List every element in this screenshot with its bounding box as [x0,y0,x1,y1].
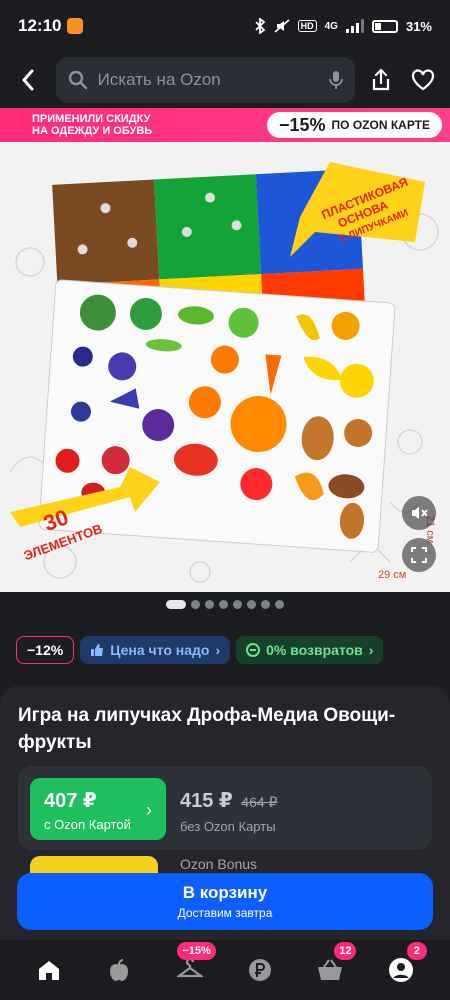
hanger-icon [176,959,203,978]
profile-badge: 2 [406,942,427,960]
delivery-label: Доставим завтра [177,906,273,920]
cart-count-badge: 12 [334,942,357,960]
chevron-right-icon: › [146,800,152,820]
returns-label: 0% возвратов [266,642,363,658]
basket-icon [318,959,343,980]
returns-chip[interactable]: 0% возвратов › [236,636,384,664]
add-to-cart-label: В корзину [182,883,268,902]
standard-price: 415 ₽ 464 ₽ без Ozon Карты [180,788,277,834]
promo-line-2: НА ОДЕЖДУ И ОБУВЬ [32,125,153,137]
notification-icon [67,18,84,34]
back-arrow-icon [22,69,34,91]
bonus-text: Ozon Bonus [180,856,258,872]
microphone-icon[interactable] [328,70,343,90]
chevron-right-icon: › [215,642,221,658]
promo-badge: −15% [177,942,216,960]
battery-level: 31% [405,18,432,34]
carousel-dot[interactable] [219,600,228,609]
status-bar: 12:10 HD 4G 31% [0,0,450,52]
product-title: Игра на липучках Дрофа-Медиа Овощи-фрукт… [18,705,396,753]
top-bar [0,52,450,108]
mute-video-button[interactable] [402,496,436,530]
discount-badge-text: −12% [27,642,64,658]
nav-fashion[interactable]: −15% [168,942,216,992]
sound-off-icon [412,507,428,519]
nav-home[interactable] [27,948,71,992]
product-image[interactable]: ПЛАСТИКОВАЯ ОСНОВА С ЛИПУЧКАМИ 30 ЭЛЕМЕН… [0,142,450,592]
old-price: 464 ₽ [241,794,278,810]
chevron-right-icon: › [368,642,374,658]
add-to-cart-button[interactable]: В корзину Доставим завтра [17,873,433,930]
promo-line-1: ПРИМЕНИЛИ СКИДКУ [32,113,151,125]
fullscreen-button[interactable] [402,538,436,572]
ruble-icon [249,959,272,981]
carousel-dot[interactable] [275,600,284,609]
image-carousel-dots [0,600,450,609]
search-input[interactable] [97,70,319,90]
thumbs-up-icon [91,644,104,656]
share-button[interactable] [367,64,397,96]
promo-discount: −15% [278,114,326,135]
search-bar[interactable] [55,57,355,103]
signal-icon [345,19,364,33]
back-button[interactable] [12,63,44,97]
search-icon [68,70,87,90]
promo-text: ПРИМЕНИЛИ СКИДКУ НА ОДЕЖДУ И ОБУВЬ [32,113,152,137]
bluetooth-icon [254,18,265,34]
price-block: 407 ₽ с Ozon Картой › 415 ₽ 464 ₽ без Oz… [18,766,432,850]
promo-banner[interactable]: ПРИМЕНИЛИ СКИДКУ НА ОДЕЖДУ И ОБУВЬ −15% … [0,108,450,142]
share-icon [373,68,390,91]
battery-icon [371,19,398,33]
promo-discount-pill: −15% ПО OZON КАРТЕ [266,112,442,138]
nav-fresh[interactable] [97,948,141,992]
favorite-button[interactable] [408,64,438,96]
no-card-label: без Ozon Карты [180,819,276,834]
returns-icon [246,643,261,657]
price-value: 415 ₽ [180,790,233,812]
home-icon [39,961,60,980]
product-photo: ПЛАСТИКОВАЯ ОСНОВА С ЛИПУЧКАМИ 30 ЭЛЕМЕН… [9,162,439,583]
profile-icon [388,958,413,982]
bonus-row-peek: Ozon Bonus [18,854,432,874]
carousel-dot[interactable] [261,600,270,609]
carousel-dot[interactable] [233,600,242,609]
mute-icon [274,19,290,33]
bonus-badge [30,856,158,874]
discount-badge: −12% [16,636,75,664]
nav-profile[interactable]: 2 [379,942,427,992]
heart-icon [412,69,435,91]
nav-cart[interactable]: 12 [308,942,357,992]
bottom-navigation: −15% 12 2 [0,940,450,1000]
dimension-width: 29 см [378,569,406,581]
value-price-chip[interactable]: Цена что надо › [80,636,231,664]
status-time: 12:10 [18,16,62,35]
carousel-dot[interactable] [191,600,200,609]
value-price-label: Цена что надо [110,642,210,658]
hd-icon: HD [297,20,317,32]
status-right: HD 4G 31% [254,18,432,34]
product-badges: −12% Цена что надо › 0% возвратов › [16,636,384,664]
carousel-dot[interactable] [166,600,186,609]
network-type: 4G [324,20,338,32]
carousel-dot[interactable] [247,600,256,609]
ozon-card-price-button[interactable]: 407 ₽ с Ozon Картой › [30,778,166,840]
promo-discount-text: ПО OZON КАРТЕ [331,118,430,132]
fullscreen-icon [411,547,427,563]
nav-finance[interactable] [238,948,282,992]
apple-icon [110,959,129,981]
carousel-dot[interactable] [205,600,214,609]
